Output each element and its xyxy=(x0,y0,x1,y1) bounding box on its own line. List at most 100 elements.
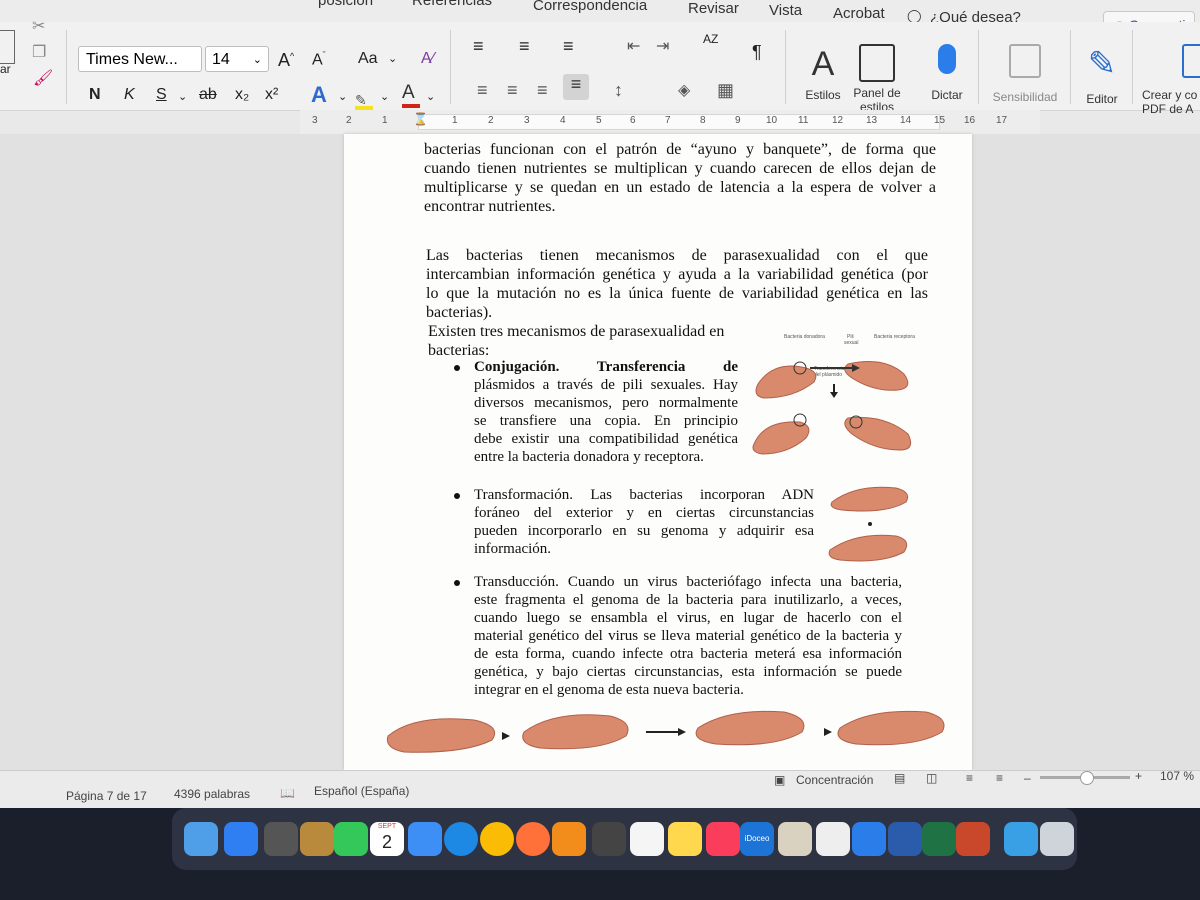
numbers-icon[interactable] xyxy=(816,822,850,856)
page-count[interactable]: Página 7 de 17 xyxy=(66,789,147,803)
tab-view[interactable]: Vista xyxy=(769,2,802,19)
italic-button[interactable]: K xyxy=(124,86,135,104)
tab-mailings[interactable]: Correspondencia xyxy=(533,0,647,14)
powerpoint-icon[interactable] xyxy=(956,822,990,856)
zoom-level[interactable]: 107 % xyxy=(1160,769,1194,783)
calendar-icon[interactable]: SEPT 2 xyxy=(370,822,404,856)
decrease-indent-icon[interactable]: ⇤ xyxy=(627,36,640,56)
align-center-icon[interactable]: ≡ xyxy=(507,80,518,101)
tab-acrobat[interactable]: Acrobat xyxy=(833,5,885,22)
highlight-icon[interactable]: ✎ xyxy=(355,92,373,110)
safari-icon[interactable] xyxy=(444,822,478,856)
keynote-icon[interactable] xyxy=(852,822,886,856)
ruler-number: 2 xyxy=(488,115,494,126)
tab-references[interactable]: Referencias xyxy=(412,0,492,9)
subscript-button[interactable]: x₂ xyxy=(235,86,249,104)
bold-button[interactable]: N xyxy=(89,86,101,104)
copy-icon[interactable]: ❐ xyxy=(32,42,46,62)
multilevel-list-icon[interactable]: ≡ xyxy=(563,36,574,57)
messages-icon[interactable] xyxy=(334,822,368,856)
notes-icon[interactable] xyxy=(668,822,702,856)
pdf-icon xyxy=(1182,44,1200,78)
editor-button[interactable]: ✎ Editor xyxy=(1082,44,1122,106)
indent-marker-icon[interactable]: ⌛ xyxy=(413,112,428,126)
zoom-in-button[interactable]: + xyxy=(1135,769,1142,783)
idoceo-icon[interactable]: iDoceo xyxy=(740,822,774,856)
ruler-number: 9 xyxy=(735,115,741,126)
zoom-slider-thumb[interactable] xyxy=(1080,771,1094,785)
system-settings-icon[interactable] xyxy=(264,822,298,856)
grow-font-button[interactable]: A^ xyxy=(278,50,294,71)
conjugation-figure: Bacteria donadora Pili sexual Bacteria r… xyxy=(744,334,924,464)
shading-icon[interactable]: ◈ xyxy=(678,80,690,100)
contacts-icon[interactable] xyxy=(300,822,334,856)
language[interactable]: Español (España) xyxy=(314,784,409,798)
align-right-icon[interactable]: ≡ xyxy=(537,80,548,101)
chevron-down-icon[interactable]: ⌄ xyxy=(338,90,347,103)
shrink-font-button[interactable]: Aˇ xyxy=(312,50,326,69)
strikethrough-button[interactable]: ab xyxy=(199,86,217,104)
script-editor-icon[interactable] xyxy=(778,822,812,856)
excel-icon[interactable] xyxy=(922,822,956,856)
clear-format-icon[interactable]: A∕ xyxy=(421,50,434,68)
document-page[interactable]: bacterias funcionan con el patrón de “ay… xyxy=(344,134,972,770)
increase-indent-icon[interactable]: ⇥ xyxy=(656,36,669,56)
finder-icon[interactable] xyxy=(184,822,218,856)
focus-mode[interactable]: Concentración xyxy=(796,773,873,787)
zoom-slider[interactable] xyxy=(1040,771,1130,785)
music-icon[interactable] xyxy=(706,822,740,856)
focus-icon[interactable]: ▣ xyxy=(774,773,785,787)
borders-icon[interactable]: ▦ xyxy=(717,80,734,101)
zoom-out-button[interactable]: – xyxy=(1024,771,1031,785)
imovie-icon[interactable] xyxy=(592,822,626,856)
word-icon[interactable] xyxy=(888,822,922,856)
create-pdf-button[interactable]: Crear y co PDF de A xyxy=(1142,44,1200,116)
chevron-down-icon[interactable]: ⌄ xyxy=(380,90,389,103)
change-case-button[interactable]: Aa xyxy=(358,50,378,68)
text-effects-icon[interactable]: A xyxy=(311,82,327,108)
draft-icon[interactable]: ≡ xyxy=(996,771,1003,785)
styles-pane-button[interactable]: Panel de estilos xyxy=(852,44,902,114)
format-painter-icon[interactable]: 🖌 xyxy=(33,68,53,88)
justify-icon[interactable]: ≡ xyxy=(563,74,589,100)
text-line: este fragmenta el genoma de la bacteria … xyxy=(474,592,902,608)
numbering-icon[interactable]: ≡ xyxy=(519,36,530,57)
proofing-icon[interactable]: 📖 xyxy=(280,786,295,800)
tab-review[interactable]: Revisar xyxy=(688,0,739,17)
chevron-down-icon[interactable]: ⌄ xyxy=(388,52,397,65)
chevron-down-icon[interactable]: ⌄ xyxy=(178,90,187,103)
underline-button[interactable]: S xyxy=(156,86,167,104)
app-store-icon[interactable] xyxy=(224,822,258,856)
tab-layout[interactable]: posición xyxy=(318,0,373,9)
print-layout-icon[interactable]: ▤ xyxy=(894,771,905,785)
firefox-icon[interactable] xyxy=(516,822,550,856)
mail-icon[interactable] xyxy=(408,822,442,856)
reminders-icon[interactable] xyxy=(630,822,664,856)
paste-icon[interactable] xyxy=(0,30,15,64)
vlc-icon[interactable] xyxy=(552,822,586,856)
superscript-button[interactable]: x² xyxy=(265,86,278,104)
outline-icon[interactable]: ≡ xyxy=(966,771,973,785)
styles-button[interactable]: A Estilos xyxy=(800,44,846,102)
microphone-icon xyxy=(938,44,956,74)
font-size-select[interactable]: 14 ⌄ xyxy=(205,46,269,72)
line-spacing-icon[interactable]: ↕ xyxy=(614,80,623,101)
ribbon-tabs: posición Referencias Correspondencia Rev… xyxy=(0,0,1200,26)
align-left-icon[interactable]: ≡ xyxy=(477,80,488,101)
chrome-icon[interactable] xyxy=(480,822,514,856)
horizontal-ruler[interactable]: 3 2 1 1 2 3 4 5 6 7 8 9 10 11 12 13 14 1… xyxy=(300,110,1040,134)
sort-icon[interactable]: AZ xyxy=(703,33,718,45)
word-count[interactable]: 4396 palabras xyxy=(174,787,250,801)
dictate-button[interactable]: Dictar xyxy=(925,44,969,102)
cut-icon[interactable]: ✂ xyxy=(32,16,45,36)
ruler-number: 17 xyxy=(996,115,1008,126)
bullets-icon[interactable]: ≡ xyxy=(473,36,484,57)
pilcrow-button[interactable]: ¶ xyxy=(752,42,762,63)
sensitivity-button[interactable]: Sensibilidad xyxy=(990,44,1060,104)
web-layout-icon[interactable]: ◫ xyxy=(926,771,937,785)
downloads-folder-icon[interactable] xyxy=(1004,822,1038,856)
font-name-select[interactable]: Times New... xyxy=(78,46,202,72)
font-color-icon[interactable]: A xyxy=(402,82,420,108)
chevron-down-icon[interactable]: ⌄ xyxy=(426,90,435,103)
trash-icon[interactable] xyxy=(1040,822,1074,856)
